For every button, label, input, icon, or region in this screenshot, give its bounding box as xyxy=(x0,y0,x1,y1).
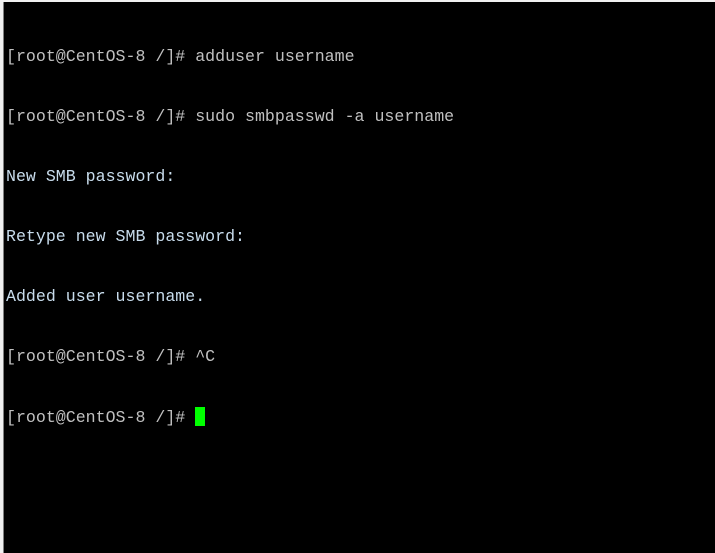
command: adduser username xyxy=(195,47,355,66)
terminal-window[interactable]: [root@CentOS-8 /]# adduser username [roo… xyxy=(3,2,715,553)
output-text: Added user username. xyxy=(6,287,206,306)
prompt: [root@CentOS-8 /]# xyxy=(6,107,196,126)
cursor xyxy=(195,407,206,426)
prompt: [root@CentOS-8 /]# xyxy=(6,408,196,427)
terminal-screen: [root@CentOS-8 /]# adduser username [roo… xyxy=(6,7,454,467)
output-text: Retype new SMB password: xyxy=(6,227,245,246)
terminal-line: Added user username. xyxy=(6,287,454,307)
terminal-line: [root@CentOS-8 /]# adduser username xyxy=(6,47,454,67)
terminal-line: [root@CentOS-8 /]# sudo smbpasswd -a use… xyxy=(6,107,454,127)
output-text: New SMB password: xyxy=(6,167,176,186)
terminal-line: New SMB password: xyxy=(6,167,454,187)
command: ^C xyxy=(195,347,216,366)
prompt: [root@CentOS-8 /]# xyxy=(6,347,196,366)
prompt: [root@CentOS-8 /]# xyxy=(6,47,196,66)
command: sudo smbpasswd -a username xyxy=(195,107,455,126)
terminal-line: [root@CentOS-8 /]# ^C xyxy=(6,347,454,367)
terminal-line: Retype new SMB password: xyxy=(6,227,454,247)
terminal-input-line[interactable]: [root@CentOS-8 /]# xyxy=(6,407,454,427)
